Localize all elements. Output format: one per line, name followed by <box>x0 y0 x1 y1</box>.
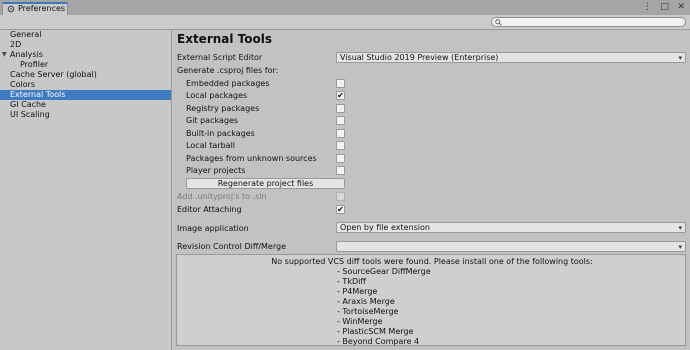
option-label: Local tarball <box>186 141 236 150</box>
script-editor-value: Visual Studio 2019 Preview (Enterprise) <box>340 53 499 62</box>
sidebar-item-profiler[interactable]: Profiler <box>0 60 171 70</box>
sidebar-item-label: Colors <box>10 80 36 89</box>
built-in-packages-checkbox[interactable] <box>336 129 345 138</box>
image-application-label: Image application <box>177 224 249 233</box>
option-label: Built-in packages <box>186 129 255 138</box>
local-packages-checkbox[interactable]: ✔ <box>336 91 345 100</box>
sidebar-item-cache-server[interactable]: Cache Server (global) <box>0 70 171 80</box>
player-projects-checkbox[interactable] <box>336 166 345 175</box>
sidebar: General 2D ▼ Analysis Profiler Cache Serv… <box>0 30 172 350</box>
vcs-tool-item: - PlasticSCM Merge <box>337 327 414 336</box>
checkmark-icon: ✔ <box>337 91 344 100</box>
option-label: Local packages <box>186 91 248 100</box>
maximize-icon[interactable]: □ <box>660 2 669 12</box>
tab-strip: Preferences ⋮ □ ✕ <box>0 0 690 16</box>
vcs-tool-item: - SourceGear DiffMerge <box>337 267 431 276</box>
option-label: Packages from unknown sources <box>186 154 317 163</box>
sidebar-item-2d[interactable]: 2D <box>0 40 171 50</box>
unknown-sources-checkbox[interactable] <box>336 154 345 163</box>
option-label: Player projects <box>186 166 246 175</box>
close-icon[interactable]: ✕ <box>677 2 685 12</box>
vcs-help-box: No supported VCS diff tools were found. … <box>176 254 686 346</box>
sidebar-item-label: Cache Server (global) <box>10 70 97 79</box>
sidebar-item-label: Analysis <box>10 50 43 59</box>
vcs-tool-item: - TortoiseMerge <box>337 307 399 316</box>
git-packages-checkbox[interactable] <box>336 116 345 125</box>
sidebar-item-label: Profiler <box>20 60 49 69</box>
sidebar-item-label: GI Cache <box>10 100 46 109</box>
checkmark-icon: ✔ <box>337 205 344 214</box>
revision-control-label: Revision Control Diff/Merge <box>177 242 286 251</box>
editor-attaching-checkbox[interactable]: ✔ <box>336 205 345 214</box>
toolbar <box>0 15 690 30</box>
regenerate-project-files-button[interactable]: Regenerate project files <box>186 178 345 189</box>
script-editor-dropdown[interactable]: Visual Studio 2019 Preview (Enterprise) … <box>336 52 686 63</box>
generate-csproj-label: Generate .csproj files for: <box>177 66 279 75</box>
embedded-packages-checkbox[interactable] <box>336 79 345 88</box>
sidebar-item-label: UI Scaling <box>10 110 50 119</box>
sidebar-item-label: External Tools <box>10 90 66 99</box>
image-application-dropdown[interactable]: Open by file extension ▾ <box>336 222 686 233</box>
vcs-tool-item: - Araxis Merge <box>337 297 395 306</box>
add-unityproj-checkbox[interactable] <box>336 192 345 201</box>
sidebar-item-colors[interactable]: Colors <box>0 80 171 90</box>
script-editor-label: External Script Editor <box>177 53 263 62</box>
window-controls: ⋮ □ ✕ <box>637 2 685 12</box>
vcs-message: No supported VCS diff tools were found. … <box>271 257 593 266</box>
main-panel: External Tools External Script Editor Vi… <box>172 30 690 350</box>
tab-preferences[interactable]: Preferences <box>2 2 68 15</box>
image-application-value: Open by file extension <box>340 223 430 232</box>
local-tarball-checkbox[interactable] <box>336 141 345 150</box>
editor-attaching-label: Editor Attaching <box>177 205 242 214</box>
chevron-down-icon: ▾ <box>678 224 682 232</box>
vcs-tool-item: - P4Merge <box>337 287 378 296</box>
sidebar-item-label: 2D <box>10 40 22 49</box>
sidebar-item-external-tools[interactable]: External Tools <box>0 90 171 100</box>
option-label: Registry packages <box>186 104 260 113</box>
chevron-down-icon: ▾ <box>678 54 682 62</box>
vcs-tool-item: - WinMerge <box>337 317 383 326</box>
registry-packages-checkbox[interactable] <box>336 104 345 113</box>
search-icon <box>495 19 502 26</box>
revision-control-dropdown[interactable]: ▾ <box>336 241 686 252</box>
gear-icon <box>7 5 15 13</box>
vcs-tool-item: - Beyond Compare 4 <box>337 337 420 346</box>
expand-triangle-icon[interactable]: ▼ <box>2 50 7 60</box>
option-label: Embedded packages <box>186 79 270 88</box>
more-options-icon[interactable]: ⋮ <box>643 2 652 12</box>
search-input[interactable] <box>491 17 686 27</box>
vcs-tool-item: - TkDiff <box>337 277 366 286</box>
preferences-window: Preferences ⋮ □ ✕ General 2D ▼ Analysis P… <box>0 0 690 350</box>
sidebar-item-ui-scaling[interactable]: UI Scaling <box>0 110 171 120</box>
chevron-down-icon: ▾ <box>678 243 682 251</box>
add-unityproj-label: Add .unityproj's to .sln <box>177 192 267 201</box>
sidebar-item-general[interactable]: General <box>0 30 171 40</box>
option-label: Git packages <box>186 116 239 125</box>
sidebar-item-analysis[interactable]: ▼ Analysis <box>0 50 171 60</box>
sidebar-item-gi-cache[interactable]: GI Cache <box>0 100 171 110</box>
tab-title: Preferences <box>18 4 66 13</box>
sidebar-item-label: General <box>10 30 42 39</box>
page-title: External Tools <box>177 32 272 46</box>
